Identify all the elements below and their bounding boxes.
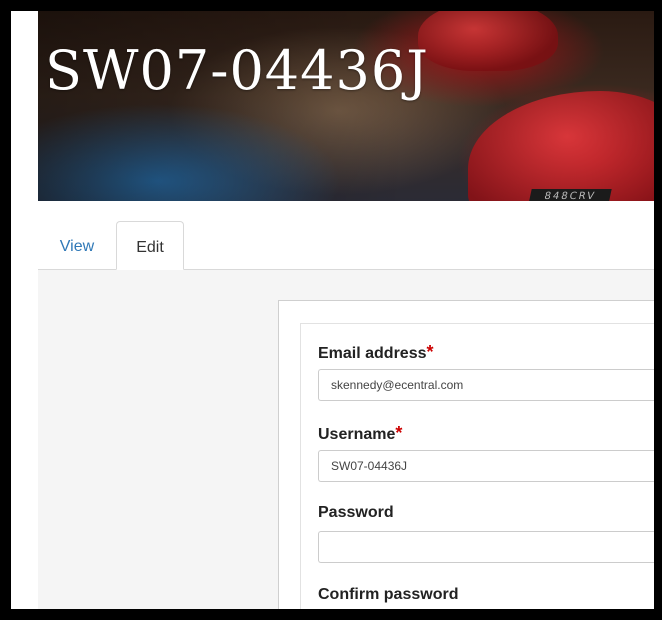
page-title: SW07-04436J (45, 39, 429, 102)
required-mark: * (395, 423, 403, 443)
username-field[interactable]: SW07-04436J (318, 450, 654, 482)
username-label: Username* (318, 423, 402, 444)
email-field[interactable]: skennedy@ecentral.com (318, 369, 654, 401)
header-banner: 848CRV SW07-04436J (38, 11, 654, 201)
tab-edit[interactable]: Edit (116, 221, 184, 270)
account-form: Email address* skennedy@ecentral.com Use… (300, 323, 654, 609)
password-field[interactable] (318, 531, 654, 563)
tab-view[interactable]: View (38, 221, 116, 268)
email-label-text: Email address (318, 345, 427, 362)
page-frame: 848CRV SW07-04436J View Edit Email addre… (11, 11, 654, 609)
email-label: Email address* (318, 342, 434, 363)
required-mark: * (426, 342, 434, 362)
user-edit-card: Email address* skennedy@ecentral.com Use… (278, 300, 654, 609)
banner-car-image (418, 11, 558, 71)
main-content: Email address* skennedy@ecentral.com Use… (38, 270, 654, 609)
confirm-password-label: Confirm password (318, 586, 459, 603)
banner-license-plate: 848CRV (528, 189, 612, 201)
banner-car-image (468, 91, 654, 201)
tab-bar: View Edit (38, 221, 654, 270)
password-label: Password (318, 504, 394, 521)
username-label-text: Username (318, 426, 396, 443)
